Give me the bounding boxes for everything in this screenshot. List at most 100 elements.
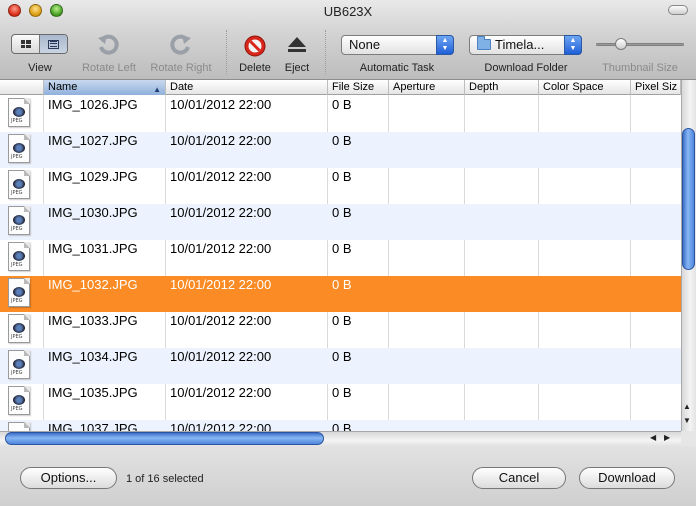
jpeg-file-icon: JPEG [8, 98, 30, 127]
toolbar-toggle-button[interactable] [668, 5, 688, 15]
scrollbar-corner [681, 431, 696, 446]
table-row[interactable]: JPEG IMG_1037.JPG 10/01/2012 22:00 0 B [0, 420, 681, 431]
cancel-button[interactable]: Cancel [472, 467, 566, 489]
rotate-right-button[interactable] [169, 33, 193, 60]
cell-name: IMG_1026.JPG [48, 97, 138, 112]
cell-file-size: 0 B [332, 385, 352, 400]
jpeg-file-icon: JPEG [8, 350, 30, 379]
delete-button[interactable] [243, 34, 267, 61]
column-header-thumbnail[interactable] [0, 80, 44, 95]
cell-date: 10/01/2012 22:00 [170, 385, 272, 400]
jpeg-file-icon: JPEG [8, 278, 30, 307]
folder-icon [477, 36, 491, 50]
eject-label: Eject [284, 62, 310, 74]
cell-date: 10/01/2012 22:00 [170, 169, 272, 184]
table-header: Name ▲ Date File Size Aperture Depth Col… [0, 80, 681, 95]
column-header-color-space[interactable]: Color Space [539, 80, 631, 95]
download-folder-popup[interactable]: Timela... ▲ ▼ [469, 35, 582, 55]
automatic-task-popup[interactable]: None ▲ ▼ [341, 35, 454, 55]
table-row[interactable]: JPEG IMG_1033.JPG 10/01/2012 22:00 0 B [0, 312, 681, 348]
list-icon [48, 39, 59, 49]
jpeg-file-icon: JPEG [8, 206, 30, 235]
column-header-pixel-size[interactable]: Pixel Siz [631, 80, 681, 95]
scroll-up-arrow-icon[interactable]: ▲ [683, 402, 691, 411]
image-capture-window: UB623X View Rotate Left Rotate Right Del… [0, 0, 696, 506]
download-folder-value: Timela... [495, 37, 545, 52]
column-header-aperture[interactable]: Aperture [389, 80, 465, 95]
scroll-left-arrow-icon[interactable]: ◀ [650, 433, 656, 442]
cell-file-size: 0 B [332, 97, 352, 112]
cell-date: 10/01/2012 22:00 [170, 241, 272, 256]
table-row[interactable]: JPEG IMG_1032.JPG 10/01/2012 22:00 0 B [0, 276, 681, 312]
jpeg-file-icon: JPEG [8, 314, 30, 343]
download-folder-label: Download Folder [484, 62, 568, 74]
cell-file-size: 0 B [332, 277, 352, 292]
cell-thumbnail: JPEG [0, 96, 43, 132]
grid-icon [20, 40, 31, 48]
eject-icon [288, 37, 306, 52]
thumbnail-size-label: Thumbnail Size [602, 62, 678, 74]
cell-date: 10/01/2012 22:00 [170, 313, 272, 328]
thumbnail-size-slider[interactable] [596, 43, 684, 46]
table-row[interactable]: JPEG IMG_1026.JPG 10/01/2012 22:00 0 B [0, 96, 681, 132]
cell-date: 10/01/2012 22:00 [170, 97, 272, 112]
thumbnail-size-slider-knob[interactable] [615, 38, 627, 50]
download-button[interactable]: Download [579, 467, 675, 489]
table-row[interactable]: JPEG IMG_1027.JPG 10/01/2012 22:00 0 B [0, 132, 681, 168]
cell-thumbnail: JPEG [0, 168, 43, 204]
jpeg-file-icon: JPEG [8, 170, 30, 199]
cell-name: IMG_1032.JPG [48, 277, 138, 292]
list-view-button[interactable] [39, 35, 67, 53]
cell-name: IMG_1033.JPG [48, 313, 138, 328]
cell-name: IMG_1035.JPG [48, 385, 138, 400]
table-row[interactable]: JPEG IMG_1035.JPG 10/01/2012 22:00 0 B [0, 384, 681, 420]
table-row[interactable]: JPEG IMG_1034.JPG 10/01/2012 22:00 0 B [0, 348, 681, 384]
cell-date: 10/01/2012 22:00 [170, 277, 272, 292]
table-row[interactable]: JPEG IMG_1030.JPG 10/01/2012 22:00 0 B [0, 204, 681, 240]
cell-date: 10/01/2012 22:00 [170, 349, 272, 364]
column-header-date[interactable]: Date [166, 80, 328, 95]
vertical-scrollbar-thumb[interactable] [682, 128, 695, 270]
automatic-task-value: None [349, 37, 381, 52]
cell-thumbnail: JPEG [0, 384, 43, 420]
cell-date: 10/01/2012 22:00 [170, 205, 272, 220]
table-row[interactable]: JPEG IMG_1029.JPG 10/01/2012 22:00 0 B [0, 168, 681, 204]
cell-file-size: 0 B [332, 133, 352, 148]
scroll-down-arrow-icon[interactable]: ▼ [683, 416, 691, 425]
cell-file-size: 0 B [332, 421, 352, 431]
jpeg-file-icon: JPEG [8, 134, 30, 163]
icon-view-button[interactable] [12, 35, 39, 53]
toolbar: UB623X View Rotate Left Rotate Right Del… [0, 0, 696, 80]
cell-name: IMG_1037.JPG [48, 421, 138, 431]
horizontal-scrollbar-thumb[interactable] [5, 432, 324, 445]
window-title: UB623X [323, 4, 373, 19]
table-row[interactable]: JPEG IMG_1031.JPG 10/01/2012 22:00 0 B [0, 240, 681, 276]
cell-name: IMG_1027.JPG [48, 133, 138, 148]
cell-file-size: 0 B [332, 349, 352, 364]
cell-thumbnail: JPEG [0, 276, 43, 312]
column-header-file-size[interactable]: File Size [328, 80, 389, 95]
image-list-table: JPEG IMG_1026.JPG 10/01/2012 22:00 0 B JPEG I… [0, 80, 681, 431]
cell-file-size: 0 B [332, 241, 352, 256]
rotate-right-icon [170, 34, 191, 55]
popup-arrows-icon: ▲ ▼ [564, 35, 582, 55]
rotate-left-button[interactable] [96, 33, 120, 60]
rotate-right-label: Rotate Right [150, 62, 212, 74]
cell-name: IMG_1031.JPG [48, 241, 138, 256]
cell-thumbnail: JPEG [0, 312, 43, 348]
cell-name: IMG_1030.JPG [48, 205, 138, 220]
view-label: View [28, 62, 52, 74]
cell-name: IMG_1029.JPG [48, 169, 138, 184]
cell-thumbnail: JPEG [0, 132, 43, 168]
sort-ascending-icon: ▲ [153, 85, 161, 94]
column-header-name[interactable]: Name ▲ [44, 80, 166, 95]
cell-name: IMG_1034.JPG [48, 349, 138, 364]
eject-button[interactable] [286, 35, 308, 58]
jpeg-file-icon: JPEG [8, 422, 30, 431]
cell-thumbnail: JPEG [0, 348, 43, 384]
popup-arrows-icon: ▲ ▼ [436, 35, 454, 55]
column-header-depth[interactable]: Depth [465, 80, 539, 95]
options-button[interactable]: Options... [20, 467, 117, 489]
view-segmented-control[interactable] [11, 34, 68, 54]
scroll-right-arrow-icon[interactable]: ▶ [664, 433, 670, 442]
